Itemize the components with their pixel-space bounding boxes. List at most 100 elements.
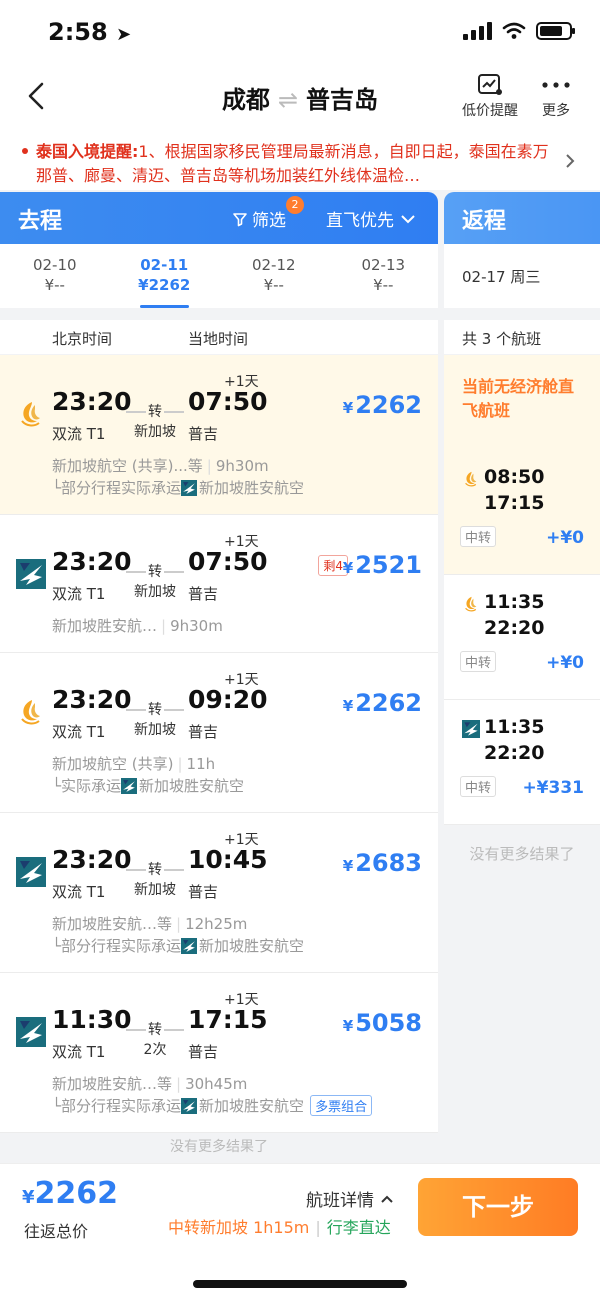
airline-info: 新加坡胜安航… | 9h30m — [52, 615, 223, 636]
operator-label: 部分行程实际承运 — [61, 937, 182, 955]
transfer-info: 转新加坡 — [126, 561, 184, 601]
corner-arrow-icon: └ — [52, 777, 62, 795]
transfer-label: 转 — [148, 702, 162, 718]
operator-info: └部分行程实际承运 新加坡胜安航空 — [52, 477, 304, 498]
operator-airline: 新加坡胜安航空 — [199, 937, 305, 955]
flight-details-button[interactable]: 航班详情 — [306, 1186, 394, 1211]
operator-label: 实际承运 — [61, 777, 122, 795]
airline-logo-icon — [462, 470, 480, 488]
flight-card[interactable]: +1天 11:30 17:15 转 2次 双流 T1 普吉 ¥5058 新加坡胜安航…等 | 30h… — [0, 973, 438, 1133]
more-button[interactable]: 更多 — [540, 72, 572, 120]
airline-name: 新加坡胜安航…等 — [52, 1075, 173, 1093]
transfer-city: 2次 — [143, 1042, 167, 1058]
return-departure-time: 11:35 — [484, 591, 545, 613]
return-flight-card[interactable]: 11:35 22:20 中转 +¥331 — [444, 700, 600, 825]
flight-duration: 11h — [186, 755, 216, 773]
filter-count-badge: 2 — [286, 196, 304, 214]
operator-airline: 新加坡胜安航空 — [199, 479, 305, 497]
return-flight-list: 当前无经济舱直飞航班 08:50 17:15 中转 +¥0 11:35 22:20 中转 +¥… — [444, 355, 600, 864]
date-tab-3[interactable]: 02-13 ¥-- — [329, 244, 439, 308]
chevron-up-icon — [381, 1195, 393, 1203]
divider: | — [177, 755, 183, 773]
local-time-header: 当地时间 — [188, 330, 249, 348]
arrival-airport: 普吉 — [188, 425, 219, 443]
corner-arrow-icon: └ — [52, 937, 62, 955]
notice-text: 泰国入境提醒:1、根据国家移民管理局最新消息，自即日起，泰国在素万那普、廊曼、清… — [24, 140, 550, 188]
date-tab-0[interactable]: 02-10 ¥-- — [0, 244, 110, 308]
total-amount: 2262 — [34, 1176, 119, 1211]
operator-logo-icon — [121, 778, 138, 794]
home-indicator[interactable] — [193, 1280, 407, 1288]
arrival-airport: 普吉 — [188, 723, 219, 741]
beijing-time-header: 北京时间 — [52, 330, 113, 348]
more-label: 更多 — [542, 103, 570, 119]
filter-button[interactable]: 筛选 — [232, 206, 286, 231]
return-arrival-time: 17:15 — [484, 492, 545, 514]
divider: | — [315, 1218, 321, 1237]
total-price: ¥2262 — [22, 1176, 118, 1211]
airline-logo-icon — [462, 595, 480, 613]
flight-card[interactable]: +1天 23:20 10:45 转新加坡 双流 T1 普吉 ¥2683 新加坡胜安航…等 | 12… — [0, 813, 438, 973]
no-more-results: 没有更多结果了 — [170, 1139, 268, 1155]
flight-card[interactable]: +1天 23:20 09:20 转新加坡 双流 T1 普吉 ¥2262 新加坡航空 (共享) |… — [0, 653, 438, 813]
operator-logo-icon — [181, 938, 198, 954]
outbound-label: 去程 — [18, 209, 63, 234]
return-flight-count: 共 3 个航班 — [444, 320, 600, 354]
low-price-alert-button[interactable]: 低价提醒 — [462, 72, 518, 120]
date-tab-1[interactable]: 02-11 ¥2262 — [110, 244, 220, 308]
arrival-airport: 普吉 — [188, 883, 219, 901]
date-price: ¥-- — [373, 276, 394, 294]
transfer-note: 中转新加坡 1h15m | 行李直达 — [168, 1214, 391, 1238]
date-selector: 02-10 ¥-- 02-11 ¥2262 02-12 ¥-- 02-13 ¥-- — [0, 244, 438, 308]
outbound-header: 去程 筛选 2 直飞优先 — [0, 192, 438, 244]
flight-price: ¥5058 — [343, 1009, 422, 1037]
departure-time: 11:30 — [52, 1005, 132, 1034]
arrival-time: 07:50 — [188, 387, 268, 416]
price-difference: +¥331 — [522, 778, 584, 798]
transfer-info: 转新加坡 — [126, 401, 184, 441]
return-header[interactable]: 返程 — [444, 192, 600, 244]
currency-symbol: ¥ — [22, 1187, 35, 1208]
transfer-tag: 中转 — [460, 776, 497, 797]
multi-ticket-tag: 多票组合 — [310, 1095, 373, 1116]
flight-price: ¥2262 — [343, 689, 422, 717]
flight-card[interactable]: +1天 23:20 07:50 转新加坡 双流 T1 普吉 剩4 ¥2521 新加坡胜安航… | 9… — [0, 515, 438, 653]
low-price-label: 低价提醒 — [462, 103, 518, 119]
date-label: 02-12 — [251, 256, 296, 274]
operator-info: └部分行程实际承运 新加坡胜安航空 — [52, 935, 304, 956]
return-flight-card[interactable]: 08:50 17:15 中转 +¥0 — [444, 450, 600, 575]
currency-symbol: ¥ — [342, 857, 354, 875]
next-step-button[interactable]: 下一步 — [418, 1178, 578, 1236]
date-label: 02-10 — [32, 256, 77, 274]
date-price: ¥-- — [263, 276, 284, 294]
currency-symbol: ¥ — [342, 399, 354, 417]
transfer-label: 转 — [148, 564, 162, 580]
airline-info: 新加坡胜安航…等 | 30h45m — [52, 1073, 247, 1094]
return-departure-time: 08:50 — [484, 466, 545, 488]
operator-airline: 新加坡胜安航空 — [199, 1097, 305, 1115]
arrival-time: 10:45 — [188, 845, 268, 874]
flight-card[interactable]: +1天 23:20 07:50 转新加坡 双流 T1 普吉 ¥2262 新加坡航空 (共享).… — [0, 355, 438, 515]
entry-notice-banner[interactable]: 泰国入境提醒:1、根据国家移民管理局最新消息，自即日起，泰国在素万那普、廊曼、清… — [0, 134, 600, 190]
return-flight-card[interactable]: 11:35 22:20 中转 +¥0 — [444, 575, 600, 700]
status-bar: 2:58 ➤ — [0, 0, 600, 64]
transfer-label: 转 — [148, 1022, 162, 1038]
sort-label: 直飞优先 — [326, 211, 394, 231]
operator-airline: 新加坡胜安航空 — [139, 777, 245, 795]
return-date[interactable]: 02-17 周三 — [444, 244, 600, 308]
departure-time: 23:20 — [52, 547, 132, 576]
airline-name: 新加坡胜安航… — [52, 617, 158, 635]
no-direct-note: 当前无经济舱直飞航班 — [444, 355, 600, 450]
battery-icon — [536, 22, 575, 40]
outbound-flight-list: +1天 23:20 07:50 转新加坡 双流 T1 普吉 ¥2262 新加坡航空 (共享).… — [0, 355, 438, 1133]
navbar: 成都 ⇌ 普吉岛 低价提醒 更多 — [0, 64, 600, 134]
transfer-tag: 中转 — [460, 651, 497, 672]
arrival-time: 17:15 — [188, 1005, 268, 1034]
filter-label: 筛选 — [252, 211, 286, 231]
date-tab-2[interactable]: 02-12 ¥-- — [219, 244, 329, 308]
status-time: 2:58 ➤ — [48, 18, 132, 46]
origin-city: 成都 — [221, 86, 270, 114]
flight-duration: 9h30m — [170, 617, 223, 635]
price-value: 2683 — [355, 849, 422, 877]
sort-dropdown[interactable]: 直飞优先 — [326, 206, 416, 231]
